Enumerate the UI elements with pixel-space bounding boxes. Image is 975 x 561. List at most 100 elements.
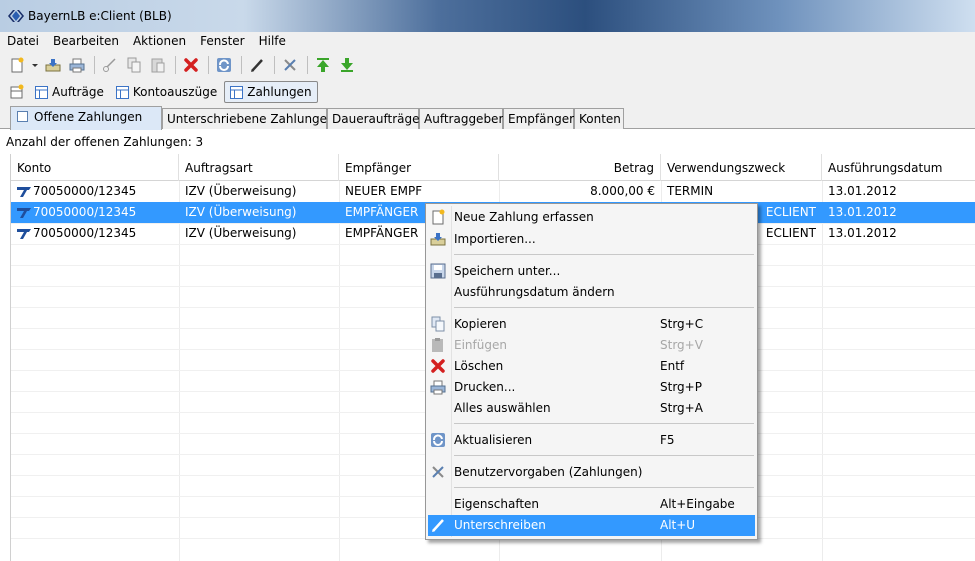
menu-item-shortcut: Alt+U: [660, 518, 696, 532]
toolbar-separator: [94, 56, 95, 74]
printer-icon: [430, 380, 446, 395]
menu-separator: [454, 307, 754, 308]
tab-unterschriebene-zahlungen[interactable]: Unterschriebene Zahlungen: [162, 108, 335, 129]
view-bar: Aufträge Kontoauszüge Zahlungen: [0, 79, 975, 105]
save-as-icon: [430, 263, 446, 279]
scissors-icon: [103, 58, 116, 72]
copy-icon: [127, 57, 141, 73]
upload-button[interactable]: [312, 54, 334, 76]
menu-item-label: Einfügen: [454, 338, 507, 352]
print-button[interactable]: [66, 54, 88, 76]
toolbar-separator: [307, 56, 308, 74]
table-row[interactable]: 70050000/12345 IZV (Überweisung) NEUER E…: [11, 181, 975, 202]
menu-item-einfuegen[interactable]: Einfügen Strg+V: [428, 335, 755, 356]
new-view-button[interactable]: [6, 81, 28, 103]
menu-item-speichern-unter[interactable]: Speichern unter...: [428, 261, 755, 282]
menu-item-kopieren[interactable]: Kopieren Strg+C: [428, 314, 755, 335]
column-header-verwendungszweck[interactable]: Verwendungszweck: [661, 154, 822, 181]
tab-dauerauftraege[interactable]: Daueraufträge: [327, 108, 419, 129]
copy-icon: [431, 316, 445, 332]
column-header-betrag[interactable]: Betrag: [499, 154, 661, 181]
new-view-icon: [10, 84, 24, 99]
menu-item-label: Eigenschaften: [454, 497, 540, 511]
menu-fenster[interactable]: Fenster: [193, 32, 252, 51]
column-header-auftragsart[interactable]: Auftragsart: [179, 154, 339, 181]
tab-offene-zahlungen[interactable]: Offene Zahlungen: [10, 106, 162, 130]
cell-konto-text: 70050000/12345: [33, 205, 137, 219]
settings-button[interactable]: [279, 54, 301, 76]
menu-item-label: Ausführungsdatum ändern: [454, 285, 615, 299]
tab-konten[interactable]: Konten: [574, 108, 624, 129]
import-button[interactable]: [42, 54, 64, 76]
account-icon: [17, 229, 31, 239]
menu-bearbeiten[interactable]: Bearbeiten: [46, 32, 126, 51]
cell-ausfuehrungsdatum: 13.01.2012: [828, 226, 897, 240]
menu-item-label: Unterschreiben: [454, 518, 546, 532]
tab-label: Offene Zahlungen: [34, 110, 143, 124]
tools-icon: [284, 59, 296, 71]
menu-item-benutzervorgaben[interactable]: Benutzervorgaben (Zahlungen): [428, 462, 755, 483]
view-auftraege-button[interactable]: Aufträge: [30, 81, 109, 103]
cell-konto: 70050000/12345: [11, 223, 179, 244]
toolbar-separator: [175, 56, 176, 74]
refresh-button[interactable]: [213, 54, 235, 76]
pen-icon: [432, 519, 444, 532]
menu-bar: Datei Bearbeiten Aktionen Fenster Hilfe: [0, 32, 975, 51]
table-icon: [35, 85, 48, 99]
menu-item-ausfuehrungsdatum-aendern[interactable]: Ausführungsdatum ändern: [428, 282, 755, 303]
pen-icon: [251, 59, 263, 72]
menu-item-eigenschaften[interactable]: Eigenschaften Alt+Eingabe: [428, 494, 755, 515]
dropdown-arrow-icon: [32, 64, 38, 67]
menu-hilfe[interactable]: Hilfe: [252, 32, 293, 51]
menu-item-shortcut: Strg+A: [660, 401, 703, 415]
printer-icon: [69, 58, 85, 73]
context-menu: Neue Zahlung erfassen Importieren... Spe…: [425, 203, 758, 540]
menu-aktionen[interactable]: Aktionen: [126, 32, 193, 51]
menu-separator: [454, 254, 754, 255]
menu-item-label: Alles auswählen: [454, 401, 551, 415]
menu-item-label: Drucken...: [454, 380, 516, 394]
new-document-icon: [432, 209, 445, 225]
menu-item-unterschreiben[interactable]: Unterschreiben Alt+U: [428, 515, 755, 536]
menu-datei[interactable]: Datei: [0, 32, 46, 51]
delete-x-icon: [431, 359, 445, 373]
menu-item-importieren[interactable]: Importieren...: [428, 229, 755, 250]
account-icon: [17, 208, 31, 218]
toolbar-separator: [241, 56, 242, 74]
toolbar: [0, 51, 975, 79]
tab-empfaenger[interactable]: Empfänger: [503, 108, 574, 129]
import-icon: [430, 233, 446, 246]
download-button[interactable]: [336, 54, 358, 76]
new-payment-button[interactable]: [6, 54, 28, 76]
cut-button[interactable]: [99, 54, 121, 76]
menu-item-drucken[interactable]: Drucken... Strg+P: [428, 377, 755, 398]
table-icon: [230, 85, 244, 99]
view-kontoauszuege-button[interactable]: Kontoauszüge: [111, 81, 222, 103]
menu-separator: [454, 423, 754, 424]
view-zahlungen-button[interactable]: Zahlungen: [224, 81, 318, 103]
menu-item-alles-auswaehlen[interactable]: Alles auswählen Strg+A: [428, 398, 755, 419]
delete-button[interactable]: [180, 54, 202, 76]
menu-item-loeschen[interactable]: Löschen Entf: [428, 356, 755, 377]
menu-item-neue-zahlung[interactable]: Neue Zahlung erfassen: [428, 207, 755, 228]
new-dropdown-button[interactable]: [30, 54, 40, 76]
payment-count: Anzahl der offenen Zahlungen: 3: [0, 133, 975, 150]
copy-button[interactable]: [123, 54, 145, 76]
refresh-icon: [431, 433, 445, 447]
tab-auftraggeber[interactable]: Auftraggeber: [419, 108, 503, 129]
cell-ausfuehrungsdatum: 13.01.2012: [828, 205, 897, 219]
window-title: BayernLB e:Client (BLB): [28, 9, 172, 23]
tab-page-icon: [17, 111, 28, 122]
menu-separator: [454, 487, 754, 488]
menu-item-label: Importieren...: [454, 232, 536, 246]
delete-x-icon: [184, 58, 198, 72]
menu-item-aktualisieren[interactable]: Aktualisieren F5: [428, 430, 755, 451]
column-header-konto[interactable]: Konto: [11, 154, 179, 181]
column-header-empfaenger[interactable]: Empfänger: [339, 154, 499, 181]
menu-item-label: Löschen: [454, 359, 504, 373]
paste-button[interactable]: [147, 54, 169, 76]
cell-verwendungszweck: TERMIN: [667, 184, 714, 198]
sign-button[interactable]: [246, 54, 268, 76]
column-header-ausfuehrungsdatum[interactable]: Ausführungsdatum: [822, 154, 975, 181]
table-icon: [115, 85, 129, 99]
